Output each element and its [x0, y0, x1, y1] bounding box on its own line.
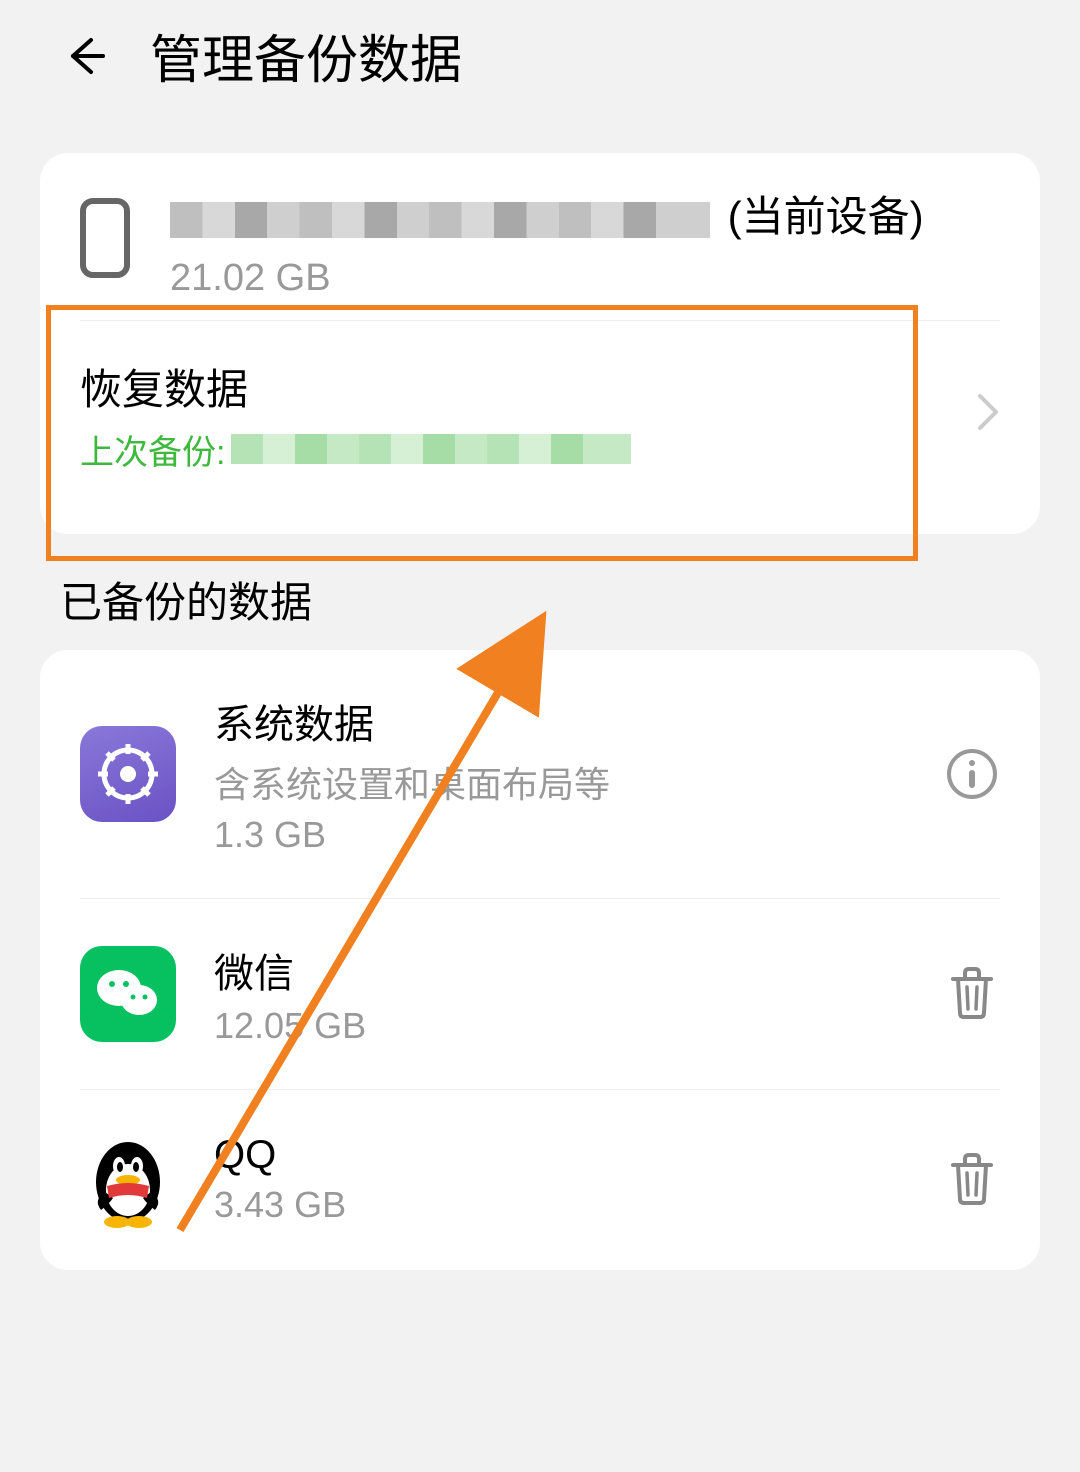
header-bar: 管理备份数据 [0, 0, 1080, 123]
app-name: QQ [214, 1133, 906, 1178]
trash-icon [947, 1153, 997, 1207]
delete-button[interactable] [944, 966, 1000, 1022]
app-size: 12.05 GB [214, 1005, 906, 1047]
app-desc: 含系统设置和桌面布局等 [214, 756, 906, 808]
delete-button[interactable] [944, 1152, 1000, 1208]
wechat-icon [80, 946, 176, 1042]
chevron-right-icon [976, 392, 1000, 437]
info-icon [946, 748, 998, 800]
gear-icon [80, 726, 176, 822]
app-name: 系统数据 [214, 692, 906, 750]
qq-icon [80, 1132, 176, 1228]
info-button[interactable] [944, 746, 1000, 802]
trash-icon [947, 967, 997, 1021]
back-button[interactable] [60, 31, 110, 81]
app-name: 微信 [214, 941, 906, 999]
restore-title: 恢复数据 [80, 356, 637, 417]
last-backup-label: 上次备份: [80, 425, 225, 474]
app-row-system[interactable]: 系统数据 含系统设置和桌面布局等 1.3 GB [80, 650, 1000, 898]
app-size: 1.3 GB [214, 814, 906, 856]
redacted-device-name [170, 202, 710, 238]
restore-data-row[interactable]: 恢复数据 上次备份: [80, 320, 1000, 504]
device-backup-card: (当前设备) 21.02 GB 恢复数据 上次备份: [40, 153, 1040, 534]
device-backup-size: 21.02 GB [170, 257, 990, 300]
arrow-left-icon [63, 34, 107, 78]
app-row-wechat[interactable]: 微信 12.05 GB [80, 898, 1000, 1089]
app-size: 3.43 GB [214, 1184, 906, 1226]
app-row-qq[interactable]: QQ 3.43 GB [80, 1089, 1000, 1270]
device-name: (当前设备) [170, 188, 990, 247]
section-backed-up-title: 已备份的数据 [60, 569, 1020, 630]
redacted-last-backup-time [231, 434, 631, 464]
page-title: 管理备份数据 [150, 18, 462, 93]
last-backup-line: 上次备份: [80, 425, 637, 474]
backed-up-apps-card: 系统数据 含系统设置和桌面布局等 1.3 GB 微信 [40, 650, 1040, 1270]
device-row[interactable]: (当前设备) 21.02 GB [80, 188, 1000, 300]
device-icon [80, 198, 130, 283]
